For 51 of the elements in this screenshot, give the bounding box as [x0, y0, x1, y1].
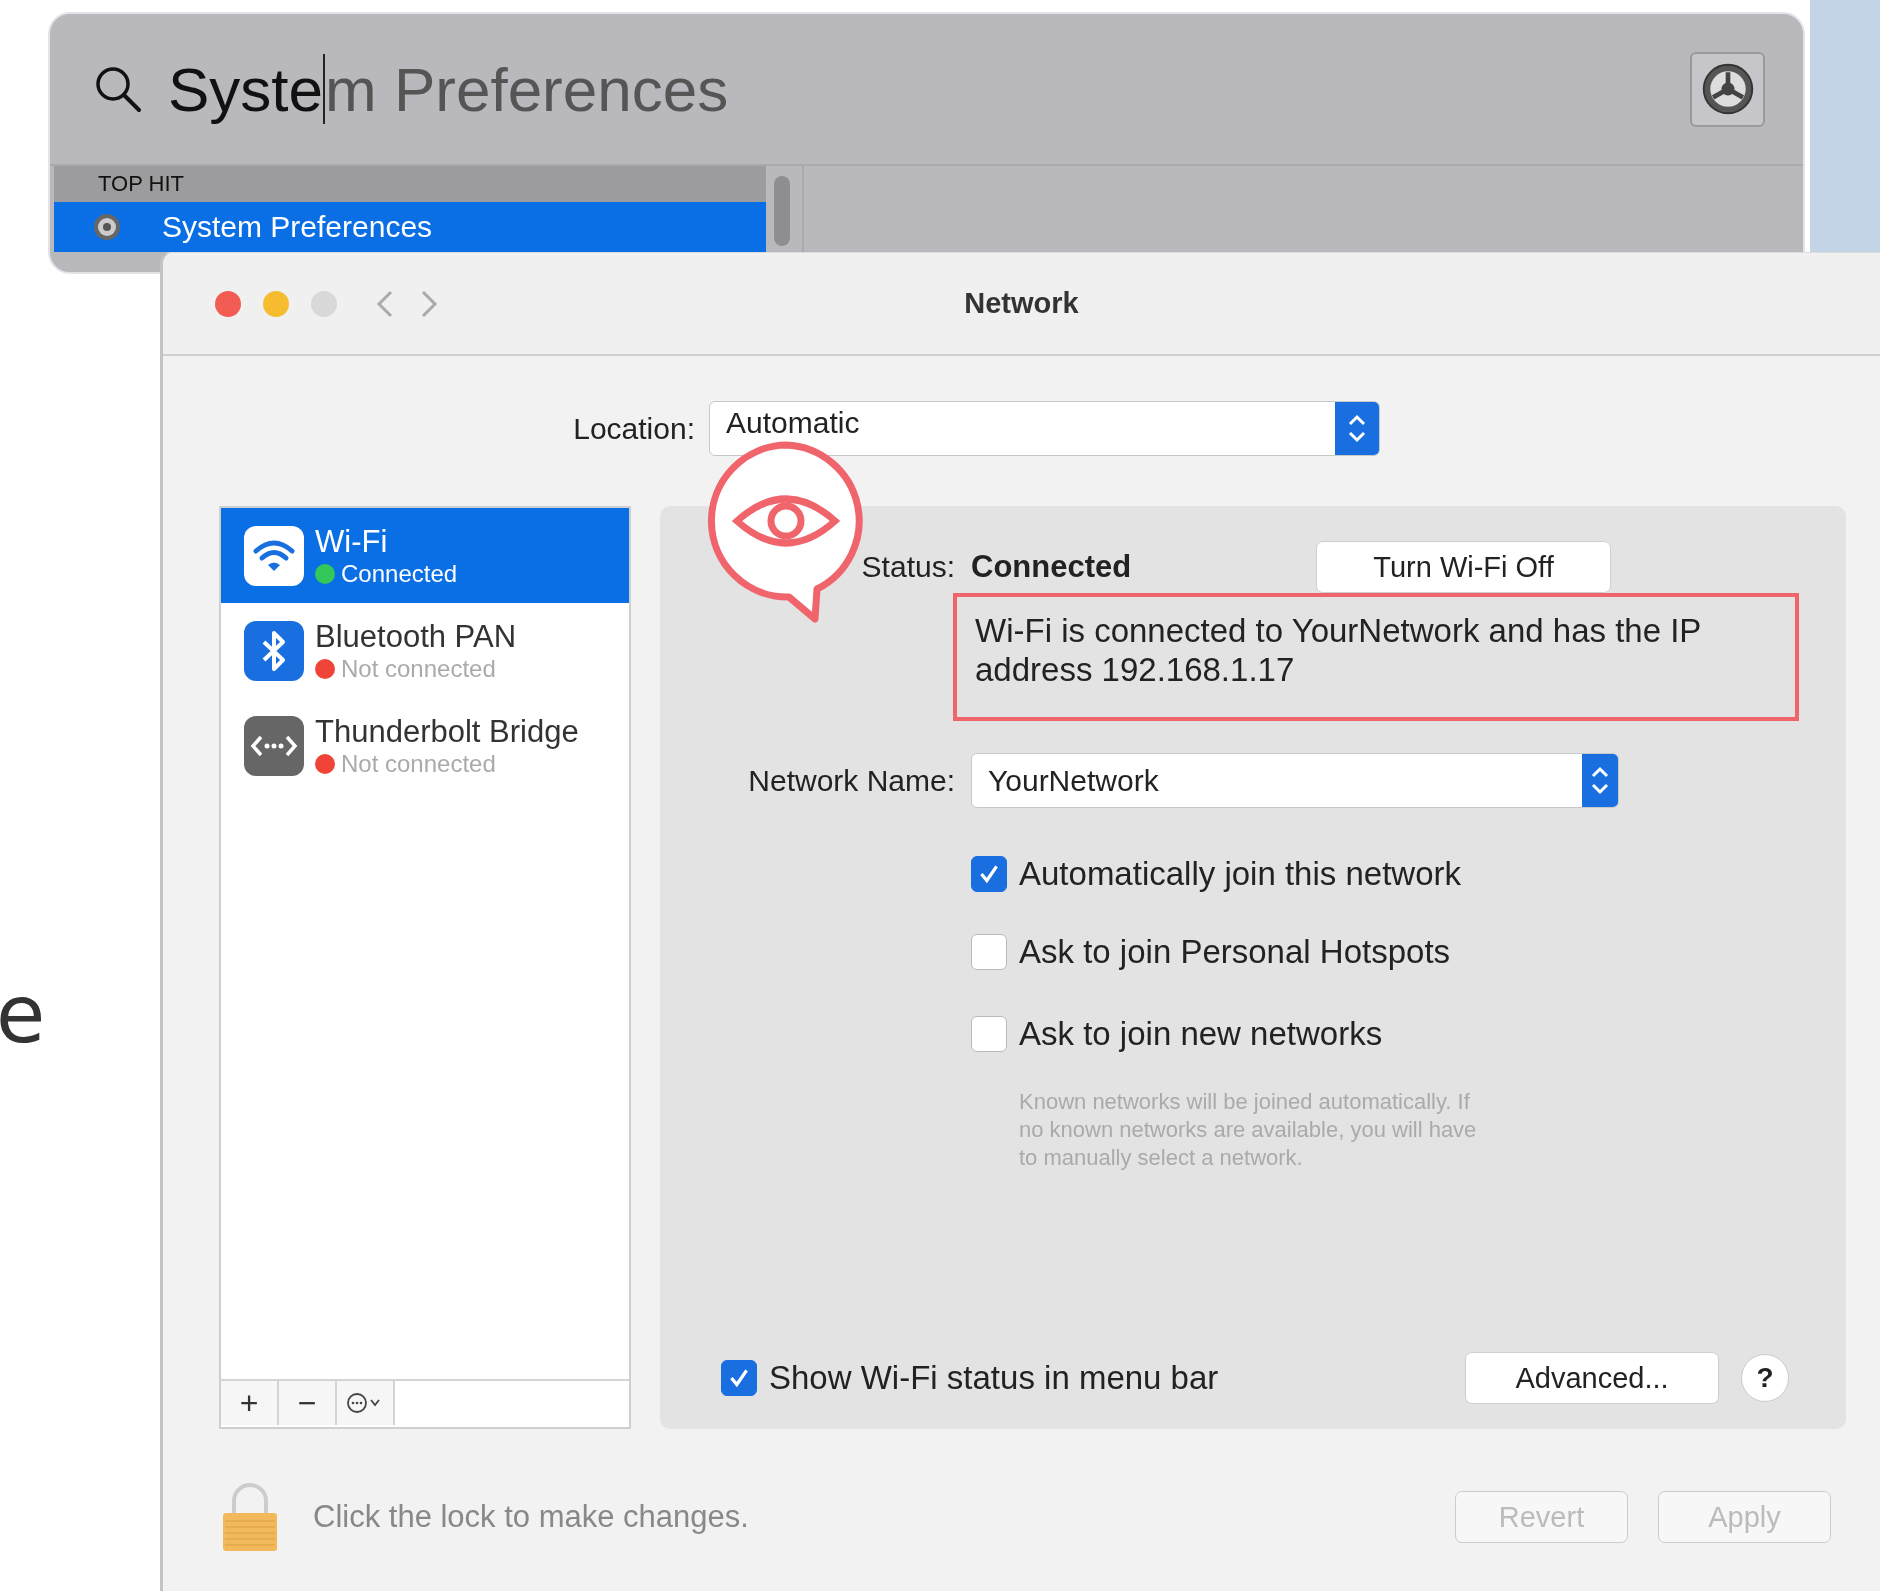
bluetooth-icon [243, 619, 305, 682]
search-field[interactable]: System Preferences [168, 44, 729, 134]
advanced-button[interactable]: Advanced... [1465, 1352, 1719, 1404]
back-icon[interactable] [375, 288, 395, 319]
result-item[interactable]: System Preferences [54, 202, 766, 252]
checkbox[interactable] [971, 1016, 1007, 1052]
lock-message: Click the lock to make changes. [313, 1499, 749, 1535]
checkbox[interactable] [721, 1360, 757, 1396]
section-header: TOP HIT [54, 166, 766, 202]
minimize-button[interactable] [263, 290, 289, 317]
hint-text: Known networks will be joined automatically. If no known networks are available, you will have to manually select a network. [1019, 1088, 1478, 1172]
service-status: Not connected [341, 654, 496, 683]
checkbox-label: Ask to join Personal Hotspots [1019, 933, 1451, 971]
checkbox-label: Ask to join new networks [1019, 1015, 1383, 1053]
status-value: Connected [971, 549, 1133, 585]
network-name-dropdown[interactable]: YourNetwork [971, 753, 1619, 808]
search-icon [94, 65, 142, 113]
action-menu-button[interactable] [337, 1381, 395, 1425]
wifi-icon [243, 524, 305, 587]
scroll-bar[interactable] [774, 176, 790, 246]
help-button[interactable]: ? [1741, 1354, 1789, 1402]
turn-wifi-off-button[interactable]: Turn Wi-Fi Off [1316, 541, 1611, 593]
stepper-icon[interactable] [1582, 754, 1618, 807]
forward-icon[interactable] [419, 288, 439, 319]
network-name-label: Network Name: [747, 763, 955, 798]
checkbox-label: Show Wi-Fi status in menu bar [769, 1359, 1219, 1397]
checkbox[interactable] [971, 934, 1007, 970]
service-item[interactable]: Wi-Fi Connected [221, 508, 629, 603]
gear-icon [92, 212, 122, 242]
settings-button[interactable] [1690, 51, 1765, 127]
service-status: Not connected [341, 749, 496, 778]
stepper-icon[interactable] [1335, 402, 1379, 455]
lock-icon [221, 1481, 279, 1553]
background-text: e [0, 968, 46, 1061]
window-title: Network [963, 287, 1080, 320]
remove-button[interactable]: − [279, 1381, 337, 1425]
service-item[interactable]: Bluetooth PAN Not connected [221, 603, 629, 698]
bridge-icon [243, 714, 305, 777]
service-name: Bluetooth PAN [315, 618, 517, 655]
checkbox[interactable] [971, 856, 1007, 892]
service-item[interactable]: Thunderbolt Bridge Not connected [221, 698, 629, 793]
service-name: Thunderbolt Bridge [315, 713, 579, 750]
location-label: Location: [572, 411, 695, 446]
location-dropdown[interactable]: Automatic [709, 401, 1380, 456]
checkbox-label: Automatically join this network [1019, 855, 1462, 893]
service-name: Wi-Fi [315, 523, 389, 560]
close-button[interactable] [215, 290, 241, 317]
add-button[interactable]: + [221, 1381, 279, 1425]
status-description: Wi-Fi is connected to YourNetwork and has the IP address 192.168.1.17 [953, 593, 1799, 721]
status-label: Status: [860, 550, 955, 584]
service-status: Connected [341, 559, 458, 588]
